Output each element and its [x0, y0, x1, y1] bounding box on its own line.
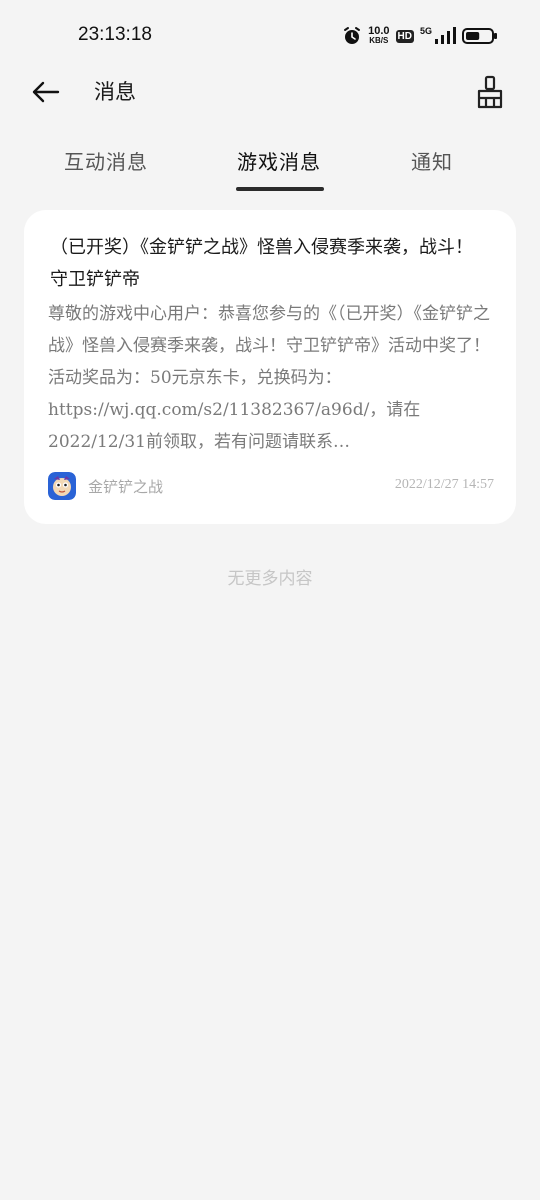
active-tab-indicator — [236, 187, 324, 191]
game-app-icon — [48, 472, 76, 500]
tab-interaction-messages[interactable]: 互动消息 — [64, 146, 148, 175]
alarm-icon — [344, 27, 361, 44]
network-speed: 10.0 KB/S — [368, 25, 390, 46]
network-speed-unit: KB/S — [369, 36, 389, 45]
message-footer: 金铲铲之战 2022/12/27 14:57 — [48, 472, 494, 502]
tab-bar: 互动消息 游戏消息 通知 — [0, 140, 540, 194]
tab-notifications[interactable]: 通知 — [411, 146, 453, 175]
messages-page: 23:13:18 10.0 KB/S HD 5G 消息 互动消息 游戏消息 通知… — [0, 0, 540, 1200]
arrow-left-icon[interactable] — [28, 76, 64, 108]
message-card[interactable]: （已开奖）《金铲铲之战》怪兽入侵赛季来袭，战斗！守卫铲铲帝 尊敬的游戏中心用户：… — [24, 210, 516, 524]
page-title: 消息 — [94, 80, 136, 104]
no-more-content-label: 无更多内容 — [227, 569, 313, 589]
header: 消息 — [0, 70, 540, 114]
signal-icon — [435, 27, 456, 44]
status-icons: 10.0 KB/S HD 5G — [342, 24, 498, 48]
status-time: 23:13:18 — [78, 24, 152, 45]
message-time: 2022/12/27 14:57 — [394, 477, 494, 492]
battery-icon — [462, 28, 497, 44]
broom-icon[interactable] — [474, 74, 506, 110]
message-title: （已开奖）《金铲铲之战》怪兽入侵赛季来袭，战斗！守卫铲铲帝 — [50, 237, 473, 290]
status-bar: 23:13:18 10.0 KB/S HD 5G — [0, 0, 540, 70]
message-body: 尊敬的游戏中心用户：恭喜您参与的《（已开奖）《金铲铲之战》怪兽入侵赛季来袭，战斗… — [48, 304, 490, 452]
network-speed-value: 10.0 — [368, 25, 390, 37]
tab-game-messages[interactable]: 游戏消息 — [237, 146, 321, 175]
hd-badge: HD — [395, 29, 414, 43]
network-type: 5G — [419, 26, 432, 36]
app-name: 金铲铲之战 — [88, 478, 164, 496]
